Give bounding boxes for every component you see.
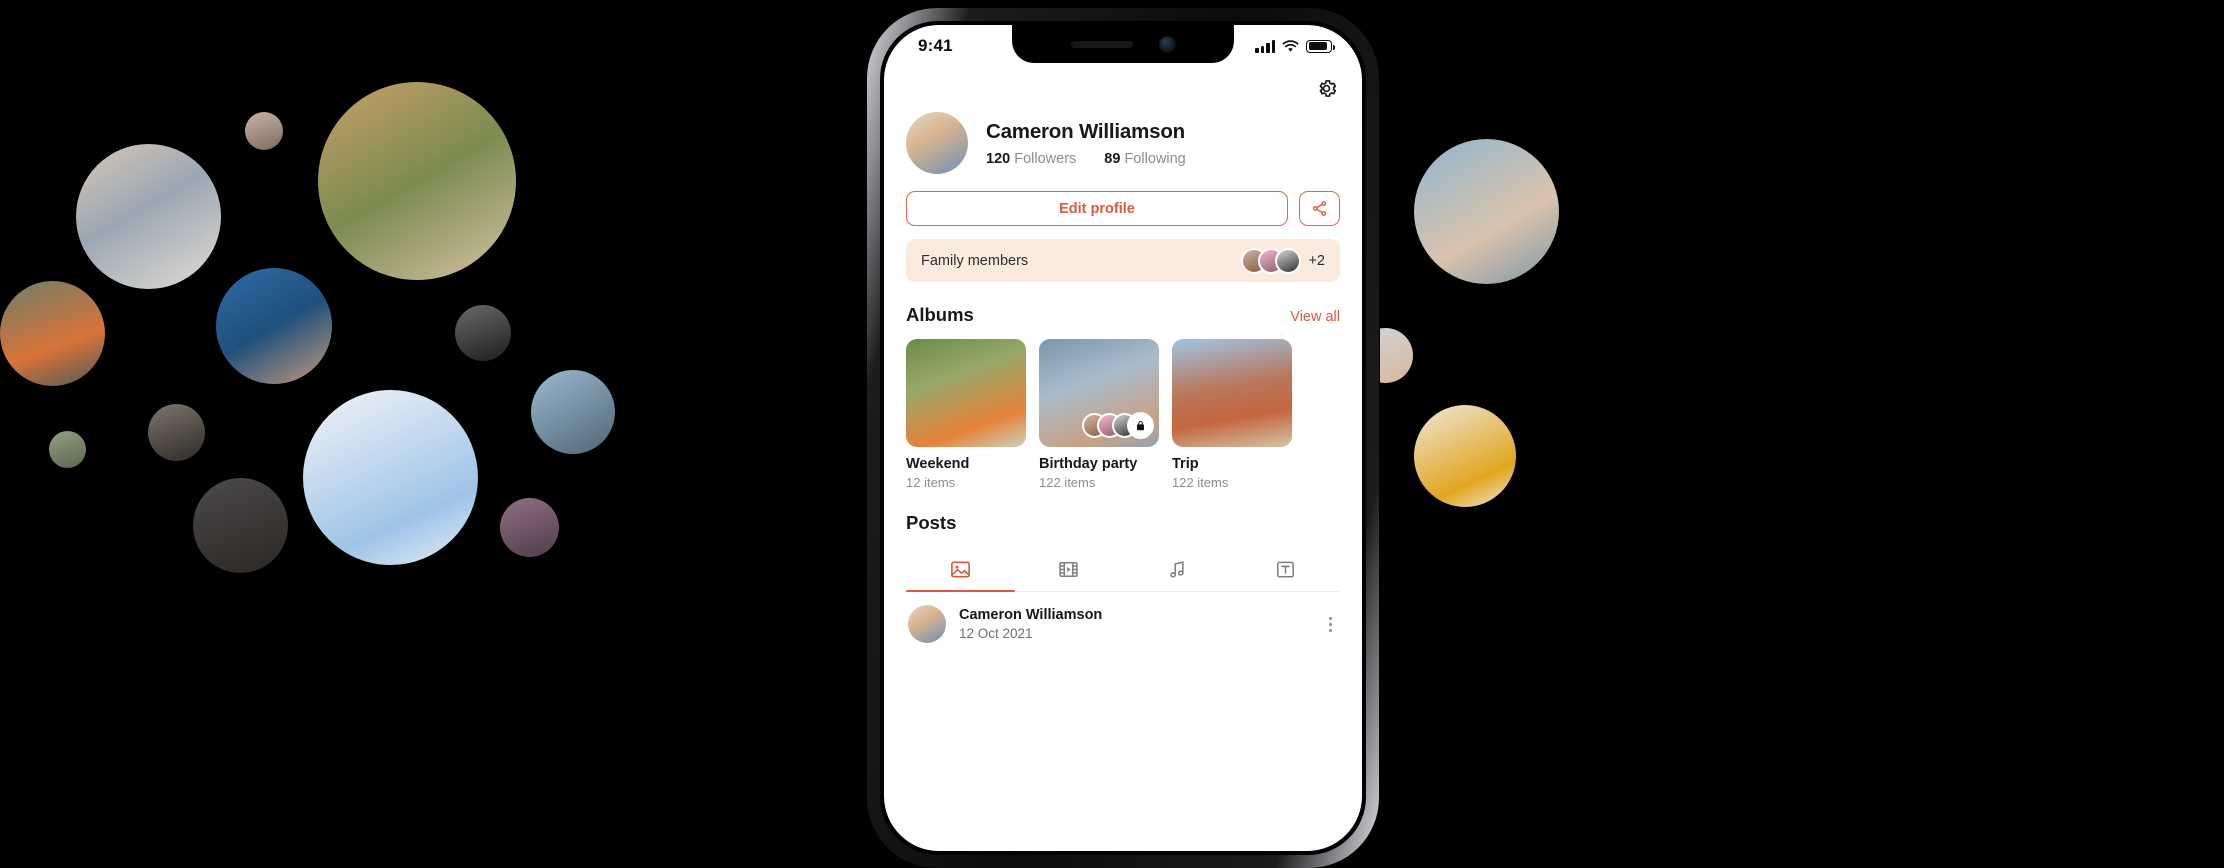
bubble-person-purple-small <box>500 498 559 557</box>
followers-count: 120 <box>986 150 1011 167</box>
lock-icon <box>1127 412 1154 439</box>
followers-stat[interactable]: 120 Followers <box>986 151 1076 167</box>
bubble-man-bw-small <box>455 305 511 361</box>
family-more-count: +2 <box>1308 252 1325 269</box>
phone-mockup: 9:41 Cameron Williamson 120 Followers 89… <box>867 8 1379 868</box>
post-meta: Cameron Williamson 12 Oct 2021 <box>959 607 1102 641</box>
following-label: Following <box>1124 150 1186 167</box>
posts-section-header: Posts <box>906 512 1340 534</box>
album-card[interactable]: Birthday party 122 items <box>1039 339 1159 490</box>
avatar[interactable] <box>906 112 968 174</box>
tab-videos[interactable] <box>1015 548 1124 591</box>
album-members-overlay <box>1082 412 1154 439</box>
following-count: 89 <box>1104 150 1121 167</box>
posts-tabs <box>906 548 1340 592</box>
status-time: 9:41 <box>918 36 953 55</box>
image-icon <box>950 561 970 578</box>
album-thumbnail <box>1172 339 1292 447</box>
following-stat[interactable]: 89 Following <box>1104 151 1185 167</box>
status-icons <box>1255 39 1335 53</box>
album-count: 12 items <box>906 475 956 490</box>
bubble-man-blue-shirt <box>303 390 478 565</box>
album-card[interactable]: Trip 122 items <box>1172 339 1292 490</box>
followers-label: Followers <box>1014 150 1077 167</box>
edit-profile-button[interactable]: Edit profile <box>906 191 1288 226</box>
battery-icon <box>1306 39 1335 53</box>
bubble-man-tiny-green <box>49 431 86 468</box>
share-button[interactable] <box>1299 191 1340 226</box>
album-name: Birthday party <box>1039 456 1138 472</box>
profile-stats: 120 Followers 89 Following <box>986 151 1186 167</box>
music-note-icon <box>1169 561 1184 578</box>
post-author: Cameron Williamson <box>959 607 1103 623</box>
tab-photos[interactable] <box>906 548 1015 592</box>
gear-icon[interactable] <box>1315 77 1338 100</box>
family-avatar-3 <box>1275 247 1302 274</box>
tab-music[interactable] <box>1123 548 1232 591</box>
tab-text[interactable] <box>1232 548 1341 591</box>
bubble-man-hat-sunglasses <box>193 478 288 573</box>
bubble-woman-small-dark <box>245 112 283 150</box>
family-members-label: Family members <box>921 252 1029 269</box>
bubble-man-autumn <box>318 82 516 280</box>
album-name: Weekend <box>906 456 970 472</box>
profile-actions: Edit profile <box>906 191 1340 226</box>
profile-header: Cameron Williamson 120 Followers 89 Foll… <box>906 112 1340 174</box>
bubble-woman-striped-wall <box>76 144 221 289</box>
bubble-man-smiling-outdoor <box>531 370 615 454</box>
avatar-stack <box>1241 247 1302 274</box>
bubble-man-beard-bw <box>148 404 205 461</box>
page-title: Cameron Williamson <box>986 119 1185 143</box>
text-icon <box>1277 561 1295 578</box>
post-avatar <box>908 605 946 643</box>
phone-screen: 9:41 Cameron Williamson 120 Followers 89… <box>884 25 1362 851</box>
profile-text: Cameron Williamson 120 Followers 89 Foll… <box>986 120 1186 167</box>
albums-section-header: Albums View all <box>906 304 1340 326</box>
album-thumbnail <box>1039 339 1159 447</box>
albums-list: Weekend 12 items Birthday party 122 item… <box>906 339 1340 490</box>
bubble-woman-yellow-sweater <box>1414 405 1516 507</box>
post-date: 12 Oct 2021 <box>959 626 1033 641</box>
more-vertical-icon[interactable] <box>1323 613 1338 636</box>
albums-title: Albums <box>906 304 974 325</box>
album-count: 122 items <box>1172 475 1229 490</box>
view-all-link[interactable]: View all <box>1290 309 1340 325</box>
signal-bars-icon <box>1255 39 1275 53</box>
bubble-man-glasses-blue <box>216 268 332 384</box>
phone-bezel: 9:41 Cameron Williamson 120 Followers 89… <box>880 21 1366 855</box>
film-icon <box>1059 562 1078 577</box>
album-thumbnail <box>906 339 1026 447</box>
screen-topbar <box>906 67 1340 106</box>
share-icon <box>1312 201 1327 216</box>
active-tab-indicator <box>906 589 1015 592</box>
family-members-avatars: +2 <box>1241 247 1325 274</box>
list-item[interactable]: Cameron Williamson 12 Oct 2021 <box>906 592 1340 643</box>
wifi-icon <box>1282 39 1299 52</box>
family-members-bar[interactable]: Family members +2 <box>906 239 1340 282</box>
album-name: Trip <box>1172 456 1199 472</box>
posts-title: Posts <box>906 512 957 533</box>
album-card[interactable]: Weekend 12 items <box>906 339 1026 490</box>
album-count: 122 items <box>1039 475 1096 490</box>
screen-content: Cameron Williamson 120 Followers 89 Foll… <box>884 67 1362 643</box>
status-bar: 9:41 <box>884 25 1362 67</box>
bubble-elderly-man <box>1414 139 1559 284</box>
bubble-man-hat-scarf <box>0 281 105 386</box>
